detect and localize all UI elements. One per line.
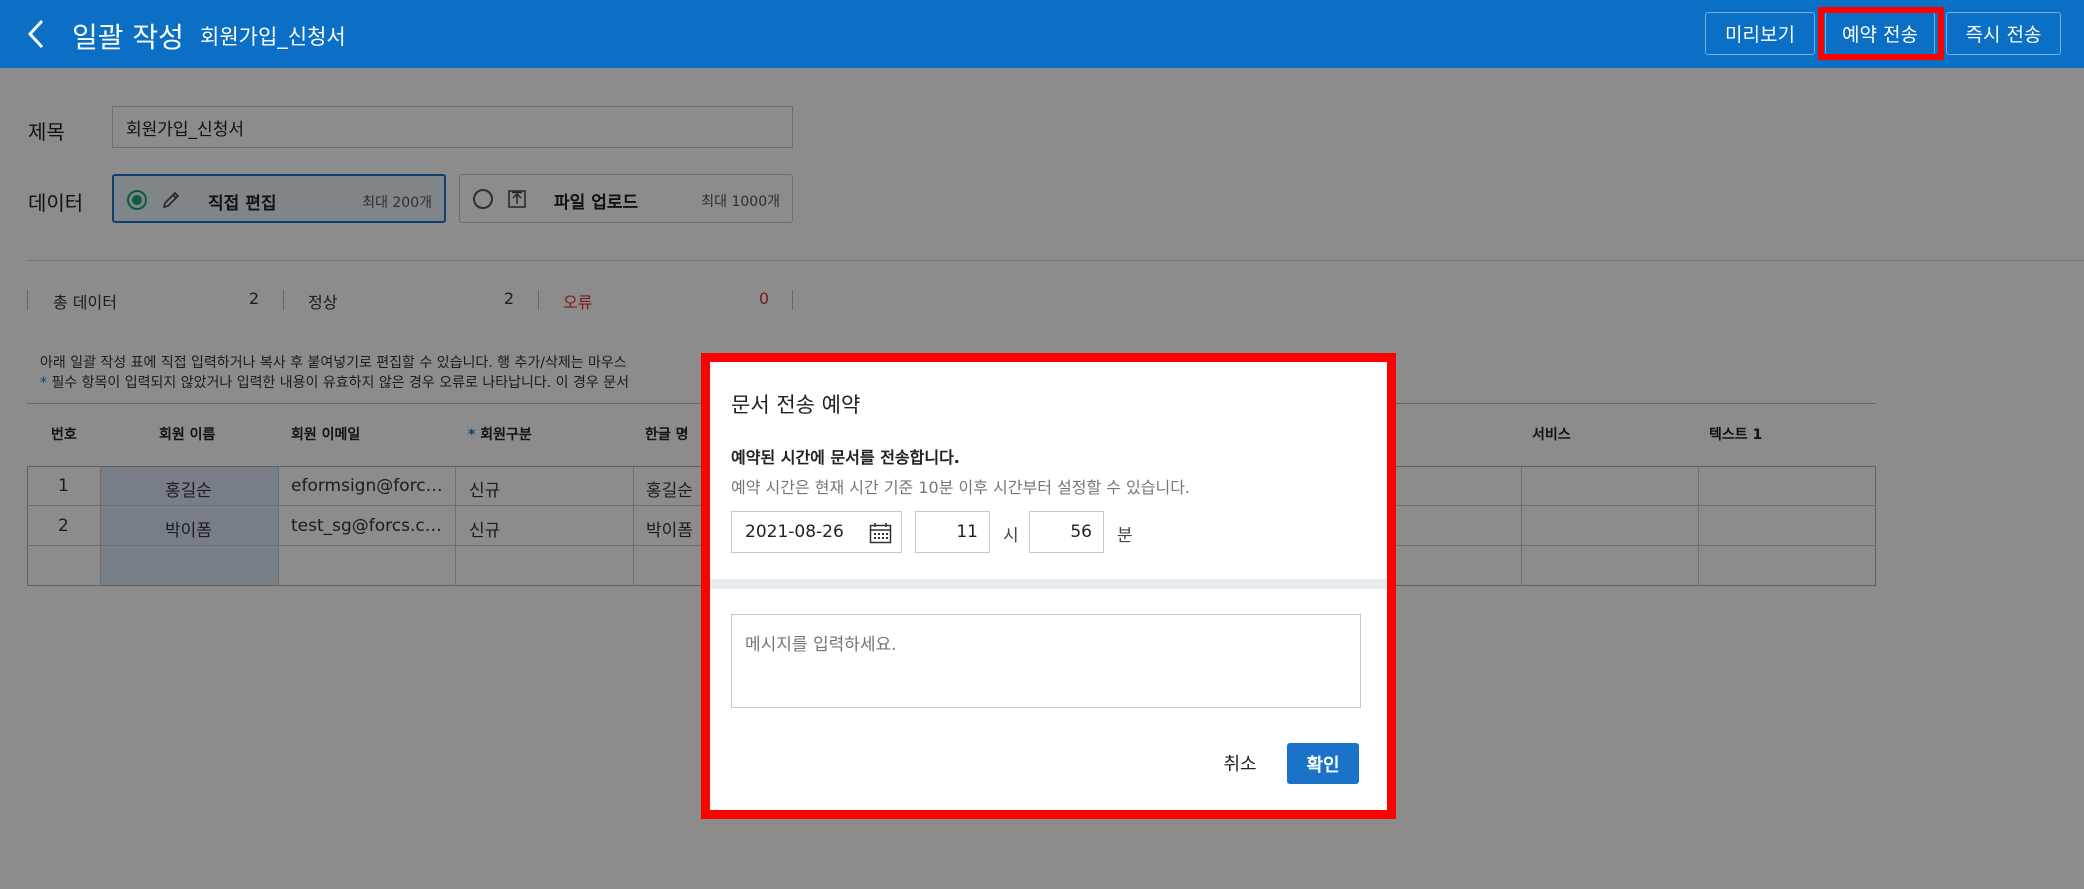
document-name: 회원가입_신청서	[200, 25, 346, 49]
page-title: 일괄 작성	[72, 21, 184, 54]
chevron-left-icon[interactable]	[24, 15, 48, 53]
highlight-box-reserve	[1818, 7, 1944, 60]
highlight-box-dialog	[701, 353, 1396, 819]
preview-button[interactable]: 미리보기	[1705, 12, 1815, 55]
app-header: 일괄 작성 회원가입_신청서 미리보기 예약 전송 즉시 전송	[0, 0, 2084, 68]
instant-send-button[interactable]: 즉시 전송	[1946, 12, 2061, 55]
